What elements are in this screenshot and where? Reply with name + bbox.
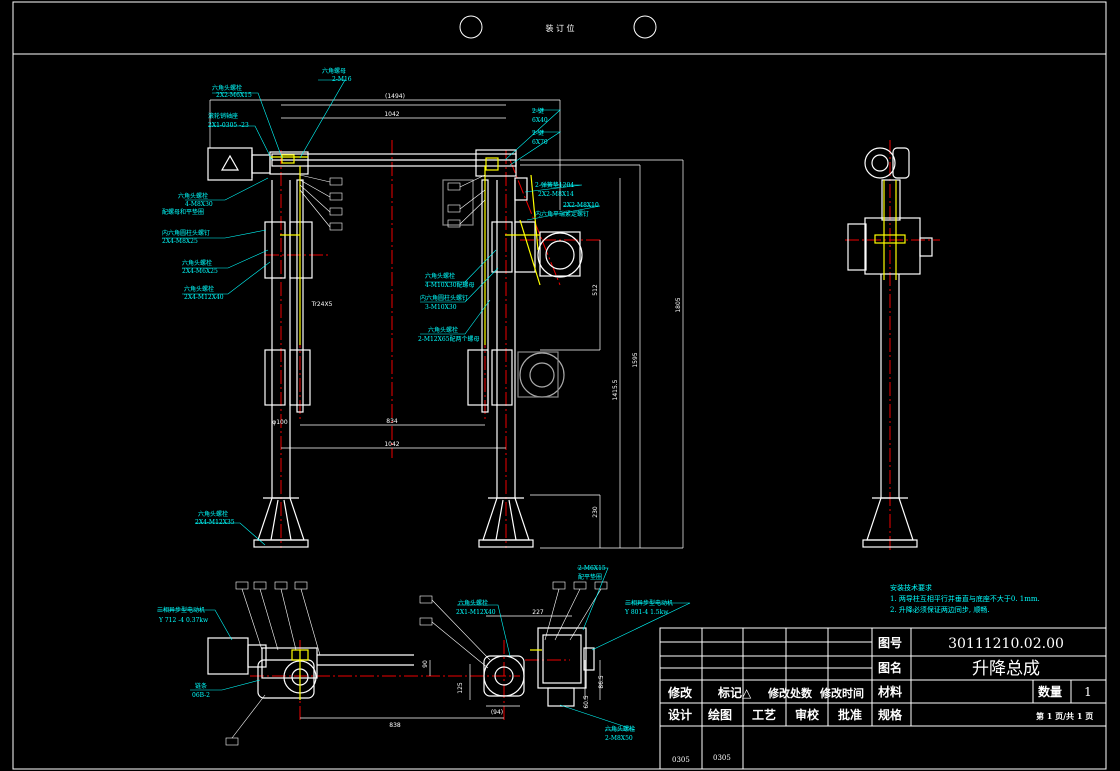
- callout-3b: 2X1-0305 -23: [208, 122, 249, 129]
- callout-r7: 六角头螺栓: [428, 326, 458, 334]
- material-label: 材料: [877, 684, 902, 699]
- quantity-label: 数量: [1038, 684, 1062, 699]
- callout-p4: 2-M6X15: [578, 565, 606, 572]
- dim-col-dia: φ100: [272, 419, 288, 426]
- notes-line-2: 2. 升降必须保证两边同步, 顺畅.: [890, 605, 990, 614]
- callout-r5b: 4-M10X30配螺母: [425, 281, 475, 289]
- plan-view: 838 227 125 90 (94) 86.5 60.5 三相异步型电动机 Y…: [157, 565, 691, 746]
- callout-p5: 三相异步型电动机: [625, 599, 673, 607]
- sign-header-2: 绘图: [708, 707, 732, 722]
- callout-r3b: 2X2-M8X14: [538, 191, 574, 198]
- dim-plan-838: 838: [389, 722, 401, 729]
- dim-top: 1042: [384, 111, 399, 118]
- name-label: 图名: [878, 660, 902, 675]
- binding-label: 装 订 位: [545, 23, 574, 33]
- notes-title: 安装技术要求: [890, 583, 932, 592]
- callout-p1: 三相异步型电动机: [157, 606, 205, 614]
- dim-h-1415: 1415.5: [612, 379, 619, 400]
- quantity: 1: [1084, 685, 1092, 699]
- callout-r7b: 2-M12X65配两个螺母: [418, 335, 480, 343]
- callout-4c: 配螺母和平垫圈: [162, 208, 204, 216]
- callout-7b: 2X4-M12X40: [184, 294, 224, 301]
- drawing-no-label: 图号: [878, 635, 902, 650]
- side-view: [845, 140, 940, 550]
- callout-p6b: 2-M8X50: [605, 735, 633, 742]
- date-2: 0305: [713, 754, 731, 762]
- spec-label: 规格: [878, 707, 903, 722]
- rev-header-3: 修改处数: [767, 686, 813, 700]
- callout-p3: 六角头螺栓: [458, 599, 488, 607]
- dim-plan-94: (94): [491, 709, 503, 716]
- assembly-drawing: 装 订 位 (1494) 1042 834 1042 φ100 Tr24X5 1…: [12, 1, 1107, 770]
- dim-rod: Tr24X5: [311, 301, 333, 308]
- callout-r5: 六角头螺栓: [425, 272, 455, 280]
- dim-h-total: 1805: [675, 297, 682, 312]
- callout-2b: 2-M16: [332, 76, 352, 83]
- notes-line-1: 1. 两导柱互相平行并垂直与底座不大于0. 1mm.: [890, 594, 1040, 603]
- rev-header-4: 修改时间: [819, 686, 864, 700]
- callout-r6b: 3-M10X30: [425, 304, 457, 311]
- callout-r4: 2X2-M8X10: [563, 202, 599, 209]
- dim-plan-90: 90: [422, 660, 429, 668]
- dim-h-1595: 1595: [632, 352, 639, 367]
- callout-p3b: 2X1-M12X40: [456, 609, 496, 616]
- dim-h-512: 512: [592, 284, 599, 296]
- dim-overall: (1494): [385, 93, 405, 100]
- callout-r6: 内六角圆柱头螺钉: [420, 294, 468, 302]
- callout-4: 六角头螺栓: [178, 192, 208, 200]
- sign-header-1: 设计: [668, 707, 692, 722]
- callout-3: 滚轮销轴座: [208, 112, 238, 120]
- drawing-no: 30111210.02.00: [948, 636, 1064, 652]
- callout-5: 内六角圆柱头螺钉: [162, 229, 210, 237]
- drawing-name: 升降总成: [972, 659, 1040, 679]
- callout-6b: 2X4-M6X25: [182, 268, 218, 275]
- sign-header-4: 审校: [795, 707, 820, 722]
- dim-plan-227: 227: [532, 609, 544, 616]
- callout-p2: 链条: [195, 682, 207, 690]
- date-1: 0305: [672, 756, 690, 764]
- callout-p1b: Y 712 -4 0.37kw: [158, 617, 209, 624]
- drawing-frame: [12, 1, 1107, 770]
- front-view: (1494) 1042 834 1042 φ100 Tr24X5 1805 15…: [162, 67, 684, 549]
- sheet: 第 1 页/共 1 页: [1036, 711, 1093, 721]
- dim-plan-865: 86.5: [598, 675, 605, 689]
- callout-2: 六角螺母: [322, 67, 346, 75]
- sign-header-3: 工艺: [752, 707, 776, 722]
- rev-header-2: 标记△: [717, 685, 752, 700]
- callout-1b: 2X2-M6X15: [216, 92, 252, 99]
- callout-7: 六角头螺栓: [184, 285, 214, 293]
- callout-r4b: 内六角平端紧定螺钉: [535, 210, 589, 218]
- dim-plan-125: 125: [457, 682, 464, 694]
- rev-header-1: 修改: [667, 685, 693, 700]
- dim-plan-605: 60.5: [583, 695, 590, 709]
- callout-p4b: 配平垫圈: [578, 573, 602, 581]
- dim-inner: 834: [386, 418, 398, 425]
- callout-r2: 2-键: [532, 129, 544, 137]
- dim-bottom: 1042: [384, 441, 399, 448]
- callout-r1b: 6X40: [532, 117, 548, 124]
- callout-6: 六角头螺栓: [182, 259, 212, 267]
- dim-h-230: 230: [592, 506, 599, 518]
- callout-p6: 六角头螺栓: [605, 725, 635, 733]
- callout-b1b: 2X4-M12X35: [195, 519, 235, 526]
- callout-p5b: Y 801-4 1.5kw: [624, 609, 669, 616]
- callout-4b: 4-M8X30: [185, 201, 213, 208]
- callout-r1: 2-键: [532, 107, 544, 115]
- callout-r2b: 6X70: [532, 139, 548, 146]
- sign-header-5: 批准: [838, 707, 862, 722]
- installation-notes: 安装技术要求 1. 两导柱互相平行并垂直与底座不大于0. 1mm. 2. 升降必…: [890, 583, 1040, 614]
- callout-r3: 2-弹簧垫1204: [535, 181, 574, 189]
- callout-5b: 2X4-M8X25: [162, 238, 198, 245]
- callout-p2b: 06B-2: [192, 692, 210, 699]
- callout-b1: 六角头螺栓: [198, 510, 228, 518]
- callout-1: 六角头螺栓: [212, 84, 242, 92]
